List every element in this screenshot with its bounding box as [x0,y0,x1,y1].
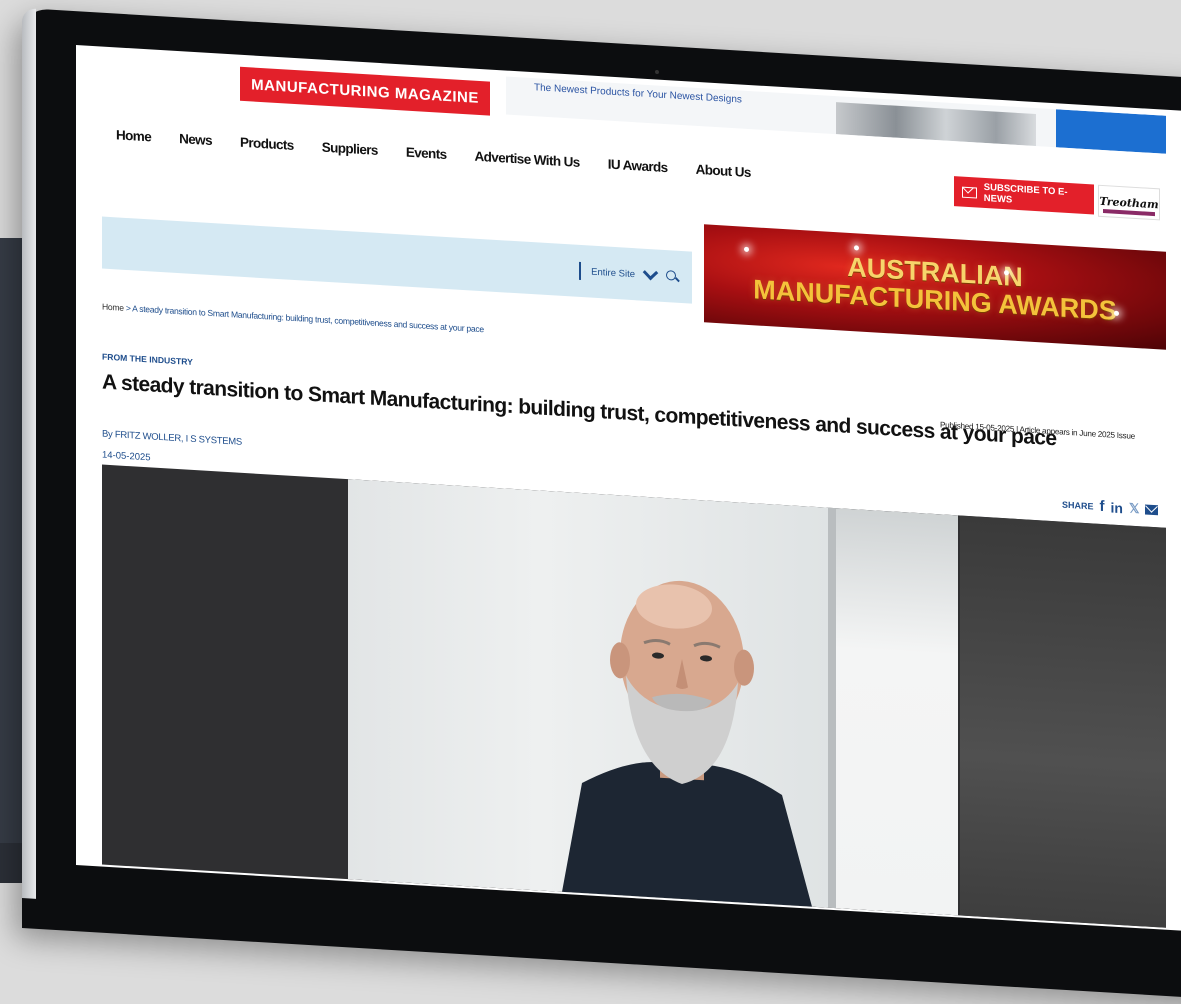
banner-machinery-image [836,102,1036,147]
subscribe-button[interactable]: SUBSCRIBE TO E-NEWS [954,176,1094,215]
nav-news[interactable]: News [179,131,212,148]
main-nav: Home News Products Suppliers Events Adve… [116,127,751,180]
subscribe-label: SUBSCRIBE TO E-NEWS [983,181,1068,206]
photo-right-wall [960,515,1166,928]
nav-iu-awards[interactable]: IU Awards [608,157,668,176]
article-title: A steady transition to Smart Manufacturi… [102,370,1057,451]
nav-about-us[interactable]: About Us [696,162,751,180]
nav-suppliers[interactable]: Suppliers [322,140,378,158]
chevron-down-icon[interactable] [642,264,659,280]
nav-advertise[interactable]: Advertise With Us [475,149,580,170]
sponsor-logo[interactable]: Treotham [1098,184,1160,221]
monitor-edge [22,8,36,899]
top-banner-tagline: The Newest Products for Your Newest Desi… [534,82,742,106]
email-icon[interactable] [1145,504,1159,515]
search-divider [579,261,582,281]
monitor-screen: MANUFACTURING MAGAZINE The Newest Produc… [76,45,1181,932]
nav-home[interactable]: Home [116,127,151,144]
share-label: SHARE [1062,499,1094,511]
share-bar: SHARE f in 𝕏 [1062,496,1159,519]
article-date: 14-05-2025 [102,449,151,464]
linkedin-icon[interactable]: in [1111,499,1123,516]
sponsor-logo-text: Treotham [1099,194,1159,211]
banner-blue-block [1056,109,1166,154]
breadcrumb-home[interactable]: Home [102,302,124,313]
article-hero-image [102,464,1166,928]
photo-window [828,507,958,916]
search-scope[interactable]: Entire Site [591,266,635,280]
awards-ad-banner[interactable]: AUSTRALIAN MANUFACTURING AWARDS [704,224,1166,350]
camera-icon [655,69,659,75]
search-bar[interactable]: Entire Site [102,216,692,304]
article-byline[interactable]: By FRITZ WOLLER, I S SYSTEMS [102,429,242,448]
breadcrumb-separator: > [125,302,131,314]
spotlight-sparkle [744,246,749,252]
article-category[interactable]: FROM THE INDUSTRY [102,352,193,367]
x-icon[interactable]: 𝕏 [1129,500,1139,517]
nav-events[interactable]: Events [406,145,447,162]
nav-products[interactable]: Products [240,135,294,153]
facebook-icon[interactable]: f [1100,498,1105,515]
spotlight-sparkle [1114,310,1119,316]
breadcrumb: Home > A steady transition to Smart Manu… [102,302,484,335]
portrait-person [562,580,812,907]
site-logo[interactable]: MANUFACTURING MAGAZINE [240,66,490,116]
mail-icon [962,186,977,199]
breadcrumb-current: A steady transition to Smart Manufacturi… [132,303,484,335]
spotlight-sparkle [854,245,859,251]
search-icon[interactable] [666,270,678,283]
spotlight-sparkle [1004,270,1009,276]
